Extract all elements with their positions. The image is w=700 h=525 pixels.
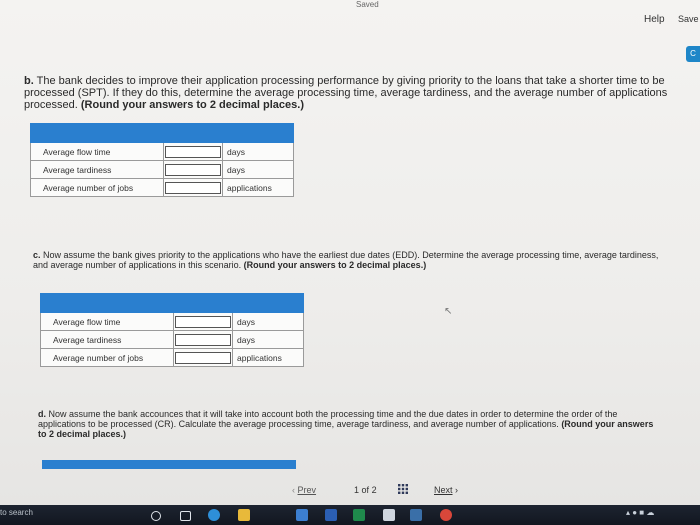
question-d: d. Now assume the bank accounces that it… — [38, 409, 658, 439]
question-b-emphasis: (Round your answers to 2 decimal places.… — [80, 99, 304, 111]
row-label: Average number of jobs — [40, 348, 174, 367]
cortana-icon[interactable] — [151, 511, 161, 521]
mouse-cursor-icon: ↖ — [444, 306, 453, 317]
side-tab-button[interactable]: C — [686, 46, 700, 62]
question-d-text: Now assume the bank accounces that it wi… — [38, 409, 618, 429]
system-tray-icons[interactable]: ▴ ● ■ ☁ — [626, 508, 654, 517]
taskbar-search[interactable]: to search — [0, 508, 33, 517]
page-current: 1 — [354, 485, 360, 495]
task-view-icon[interactable] — [180, 511, 191, 521]
page-indicator: 1 of 2 — [354, 485, 377, 495]
row-unit: days — [232, 312, 304, 331]
table-row: Average tardiness days — [30, 160, 294, 179]
next-label: Next — [434, 485, 453, 495]
row-unit: applications — [232, 348, 304, 367]
prev-label: Prev — [297, 485, 317, 495]
answer-table-b: Average flow time days Average tardiness… — [30, 123, 294, 197]
answer-table-c: Average flow time days Average tardiness… — [40, 293, 304, 367]
question-b-letter: b. — [24, 75, 34, 87]
row-label: Average tardiness — [30, 160, 164, 179]
grid-icon[interactable] — [398, 484, 408, 494]
page-total: 2 — [371, 485, 377, 495]
taskbar — [0, 505, 700, 525]
edge-icon[interactable] — [208, 509, 220, 521]
app-icon[interactable] — [383, 509, 395, 521]
table-row: Average flow time days — [40, 312, 304, 331]
row-unit: days — [222, 160, 294, 179]
prev-button[interactable]: ‹ Prev — [292, 485, 316, 495]
store-icon[interactable] — [296, 509, 308, 521]
table-row: Average number of jobs applications — [30, 178, 294, 197]
average-tardiness-input-c[interactable] — [175, 333, 231, 346]
row-unit: applications — [222, 178, 294, 197]
assignment-page: Saved Help Save C b. The bank decides to… — [0, 0, 700, 505]
average-flow-time-input-c[interactable] — [175, 315, 231, 328]
file-explorer-icon[interactable] — [238, 509, 250, 521]
table-header-bar — [30, 123, 294, 143]
question-c-letter: c. — [33, 250, 41, 260]
table-row: Average flow time days — [30, 142, 294, 161]
question-c-emphasis: (Round your answers to 2 decimal places.… — [243, 260, 427, 270]
table-header-bar — [40, 293, 304, 313]
saved-status: Saved — [356, 0, 379, 9]
row-unit: days — [222, 142, 294, 161]
chevron-right-icon: › — [455, 485, 459, 495]
next-button[interactable]: Next › — [434, 485, 458, 495]
row-label: Average flow time — [40, 312, 174, 331]
average-number-of-jobs-input-b[interactable] — [165, 181, 221, 194]
chevron-left-icon: ‹ — [292, 485, 295, 495]
answer-table-d-header-bar — [42, 460, 296, 469]
table-row: Average number of jobs applications — [40, 348, 304, 367]
row-label: Average number of jobs — [30, 178, 164, 197]
table-row: Average tardiness days — [40, 330, 304, 349]
excel-icon[interactable] — [353, 509, 365, 521]
help-link[interactable]: Help — [644, 14, 665, 25]
row-label: Average tardiness — [40, 330, 174, 349]
chrome-icon[interactable] — [440, 509, 452, 521]
save-button[interactable]: Save — [678, 14, 699, 24]
app-icon[interactable] — [410, 509, 422, 521]
question-b: b. The bank decides to improve their app… — [24, 75, 674, 111]
average-flow-time-input-b[interactable] — [165, 145, 221, 158]
row-unit: days — [232, 330, 304, 349]
average-tardiness-input-b[interactable] — [165, 163, 221, 176]
question-d-letter: d. — [38, 409, 46, 419]
page-of: of — [361, 485, 370, 495]
question-c: c. Now assume the bank gives priority to… — [33, 250, 663, 270]
word-icon[interactable] — [325, 509, 337, 521]
row-label: Average flow time — [30, 142, 164, 161]
average-number-of-jobs-input-c[interactable] — [175, 351, 231, 364]
